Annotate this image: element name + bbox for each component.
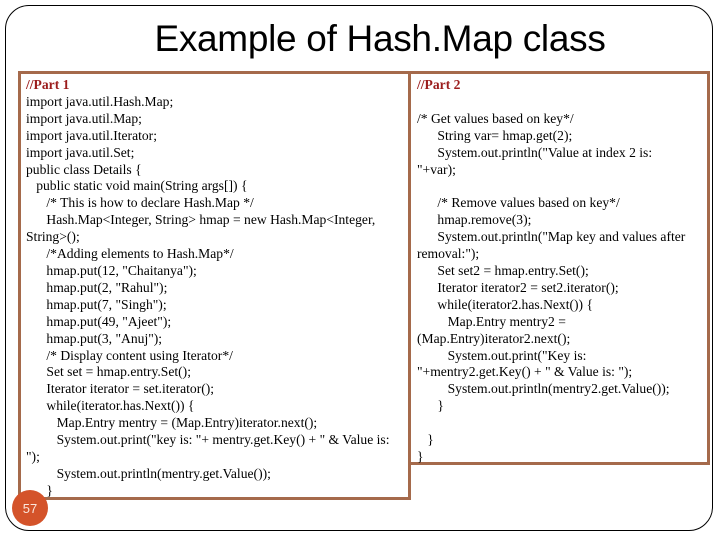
- code-line: String var= hmap.get(2);: [417, 127, 573, 143]
- slide-number-badge: 57: [12, 490, 48, 526]
- code-line: import java.util.Hash.Map;: [26, 93, 174, 109]
- code-line: Iterator iterator = set.iterator();: [26, 381, 215, 397]
- code-line: hmap.put(3, "Anuj");: [26, 330, 163, 346]
- code-line: Set set = hmap.entry.Set();: [26, 364, 191, 380]
- code-lines-part-2: /* Get values based on key*/ String var=…: [417, 94, 703, 466]
- code-line: Hash.Map<Integer, String> hmap = new Has…: [26, 212, 376, 228]
- code-line: System.out.println(mentry.get.Value());: [26, 465, 271, 481]
- code-line: "+mentry2.get.Key() + " & Value is: ");: [417, 364, 633, 380]
- code-line: import java.util.Map;: [26, 110, 142, 126]
- code-line: System.out.print("Key is:: [417, 347, 587, 363]
- slide-number: 57: [22, 500, 38, 516]
- code-line: System.out.println(mentry2.get.Value());: [417, 381, 670, 397]
- code-line: import java.util.Iterator;: [26, 127, 157, 143]
- code-line: Map.Entry mentry2 =: [417, 313, 566, 329]
- code-line: ");: [26, 448, 40, 464]
- code-line: }: [417, 448, 424, 464]
- code-line: /* Remove values based on key*/: [417, 195, 620, 211]
- code-line: public class Details {: [26, 161, 142, 177]
- code-line: hmap.put(12, "Chaitanya");: [26, 262, 197, 278]
- code-line: /* Display content using Iterator*/: [26, 347, 233, 363]
- code-line: (Map.Entry)iterator2.next();: [417, 330, 571, 346]
- code-line: hmap.put(2, "Rahul");: [26, 279, 168, 295]
- code-line: String>();: [26, 229, 80, 245]
- code-line: hmap.put(49, "Ajeet");: [26, 313, 172, 329]
- code-line: hmap.put(7, "Singh");: [26, 296, 167, 312]
- code-line: Iterator iterator2 = set2.iterator();: [417, 279, 619, 295]
- part-1-label: //Part 1: [26, 77, 70, 92]
- code-line: removal:");: [417, 246, 480, 262]
- code-line: /*Adding elements to Hash.Map*/: [26, 246, 234, 262]
- code-lines-part-1: import java.util.Hash.Map; import java.ut…: [26, 94, 404, 500]
- code-line: hmap.remove(3);: [417, 212, 532, 228]
- part-2-label: //Part 2: [417, 77, 461, 92]
- code-line: System.out.println("Map key and values a…: [417, 229, 686, 245]
- code-line: /* This is how to declare Hash.Map */: [26, 195, 254, 211]
- code-line: while(iterator.has.Next()) {: [26, 398, 195, 414]
- slide-title: Example of Hash.Map class: [154, 18, 606, 59]
- code-line: System.out.println("Value at index 2 is:: [417, 144, 653, 160]
- code-panel-part-2: //Part 2 /* Get values based on key*/ St…: [408, 71, 710, 465]
- code-line: }: [417, 398, 444, 414]
- code-line: Map.Entry mentry = (Map.Entry)iterator.n…: [26, 415, 318, 431]
- code-panel-part-1: //Part 1 import java.util.Hash.Map; impor…: [18, 71, 411, 500]
- code-line: "+var);: [417, 161, 456, 177]
- code-line: while(iterator2.has.Next()) {: [417, 296, 594, 312]
- code-line: System.out.print("key is: "+ mentry.get.…: [26, 432, 390, 448]
- code-line: }: [417, 432, 434, 448]
- code-line: /* Get values based on key*/: [417, 110, 574, 126]
- code-line: Set set2 = hmap.entry.Set();: [417, 262, 589, 278]
- code-line: }: [46, 482, 53, 498]
- code-line: import java.util.Set;: [26, 144, 135, 160]
- code-line: public static void main(String args[]) {: [26, 178, 248, 194]
